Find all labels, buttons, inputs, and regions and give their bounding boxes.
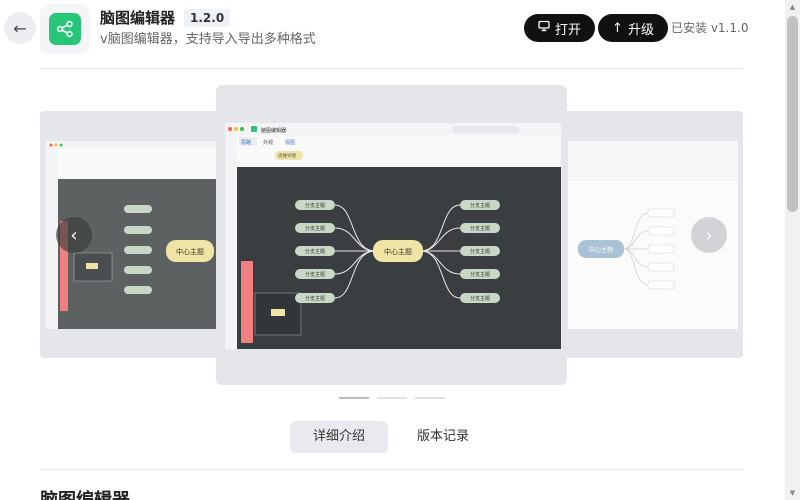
app-description: v脑图编辑器，支持导入导出多种格式 (100, 32, 316, 47)
branch-node: 分支主题 (305, 225, 325, 232)
preview-next-center: 中心主题 (589, 246, 613, 254)
scrollbar[interactable]: ▲ ▼ (785, 0, 800, 500)
theme-label: 思维导图 (278, 152, 296, 159)
tabs-divider (40, 469, 743, 470)
share-icon (49, 13, 81, 45)
version-badge: 1.2.0 (184, 9, 231, 27)
branch-node: 分支主题 (470, 271, 490, 278)
carousel-dot[interactable] (377, 397, 407, 399)
carousel-dot[interactable] (339, 397, 369, 399)
section-title: 脑图编辑器 (40, 490, 130, 500)
branch-node: 分支主题 (305, 271, 325, 278)
scrollbar-thumb[interactable] (787, 16, 798, 212)
chevron-left-icon: ‹ (70, 224, 78, 246)
branch-node: 分支主题 (470, 295, 490, 302)
carousel-prev-button[interactable]: ‹ (56, 217, 92, 253)
branch-node: 分支主题 (470, 202, 490, 209)
branch-node: 分支主题 (470, 248, 490, 255)
app-icon (40, 4, 90, 54)
center-node: 中心主题 (384, 247, 412, 256)
ribbon-tab-0: 思路 (241, 139, 251, 146)
open-button[interactable]: 打开 (524, 14, 595, 42)
carousel-indicators (339, 397, 445, 399)
app-name: 脑图编辑器 (100, 9, 176, 27)
ribbon-tab-2: 视图 (285, 139, 295, 146)
scroll-up-icon[interactable]: ▲ (785, 0, 800, 14)
app-header: ← 脑图编辑器 1.2.0 v脑图编辑器，支持导入导出多种格式 打开 ↑ 升级 … (0, 0, 785, 68)
open-label: 打开 (554, 22, 581, 38)
detail-tabs: 详细介绍 版本记录 (290, 421, 492, 453)
ribbon-tab-1: 外观 (263, 139, 273, 146)
installed-version: 已安装 v1.1.0 (671, 21, 749, 35)
window-title: 脑图编辑器 (261, 127, 286, 134)
chevron-right-icon: › (705, 224, 713, 246)
tab-details[interactable]: 详细介绍 (290, 421, 389, 453)
branch-node: 分支主题 (305, 202, 325, 209)
arrow-left-icon: ← (13, 18, 27, 38)
branch-node: 分支主题 (305, 248, 325, 255)
branch-node: 分支主题 (470, 225, 490, 232)
back-button[interactable]: ← (4, 12, 36, 44)
arrow-up-icon: ↑ (612, 20, 623, 36)
screenshot-carousel: 中心主题 中心主题 脑图编辑器 思路 外观 视图 思维导图 分支主题 分支主题 … (0, 69, 785, 409)
carousel-dot[interactable] (415, 397, 445, 399)
branch-node: 分支主题 (305, 295, 325, 302)
screenshot-preview-current[interactable]: 脑图编辑器 思路 外观 视图 思维导图 分支主题 分支主题 分支主题 分支主题 … (225, 123, 561, 349)
scroll-down-icon[interactable]: ▼ (785, 486, 800, 500)
upgrade-label: 升级 (627, 22, 654, 38)
monitor-icon (538, 20, 550, 36)
carousel-next-button[interactable]: › (691, 217, 727, 253)
tab-changelog[interactable]: 版本记录 (394, 421, 492, 453)
upgrade-button[interactable]: ↑ 升级 (598, 14, 668, 42)
preview-prev-center: 中心主题 (176, 247, 204, 256)
